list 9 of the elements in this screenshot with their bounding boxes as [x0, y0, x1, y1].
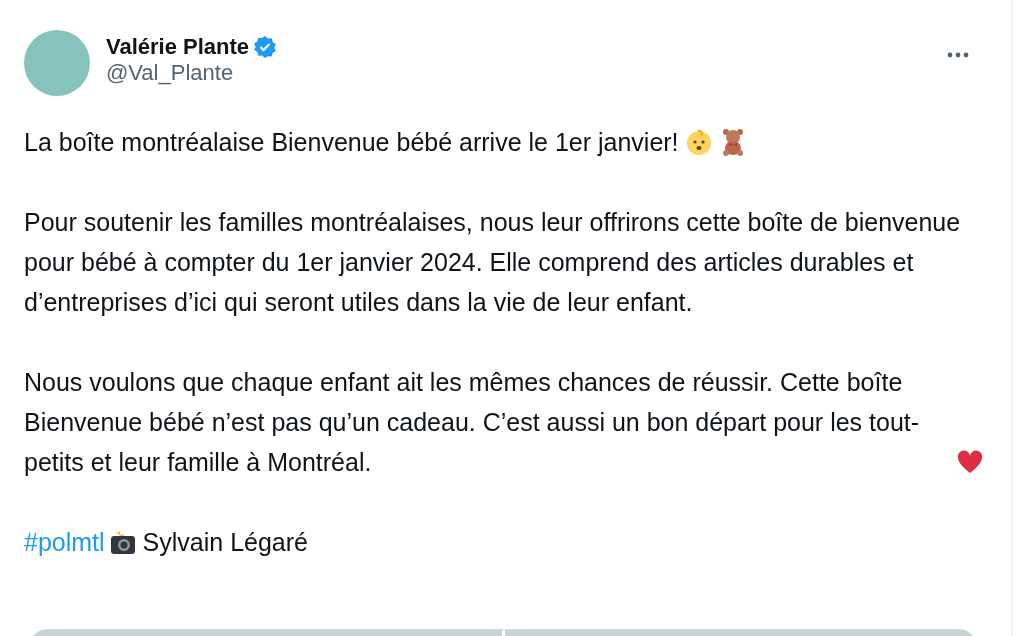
author-handle[interactable]: @Val_Plante — [106, 60, 278, 87]
post-text: La boîte montréalaise Bienvenue bébé arrive le 1er janvier! — [24, 127, 679, 158]
post-text: Pour soutenir les familles montréalaises, nous leur offrirons cette boîte de bienvenue pour bébé à compter du 1er janvier 2024. Elle comprend des articles durables et d’entreprises d’ici qui seront utiles dans la vie de leur enfant. — [24, 207, 962, 318]
post-text: Nous voulons que chaque enfant ait les mêmes chances de réussir. Cette boîte Bienvenue bébé n’est pas qu’un cadeau. C’est aussi un bon départ pour les tout-petits et leur famille à Montréal. — [24, 367, 921, 478]
baby-face-icon — [684, 128, 713, 156]
author-name[interactable]: Valérie Plante — [106, 34, 250, 61]
photo-credit: Sylvain Légaré — [142, 527, 308, 558]
heart-icon — [956, 448, 984, 476]
more-icon — [947, 51, 969, 58]
